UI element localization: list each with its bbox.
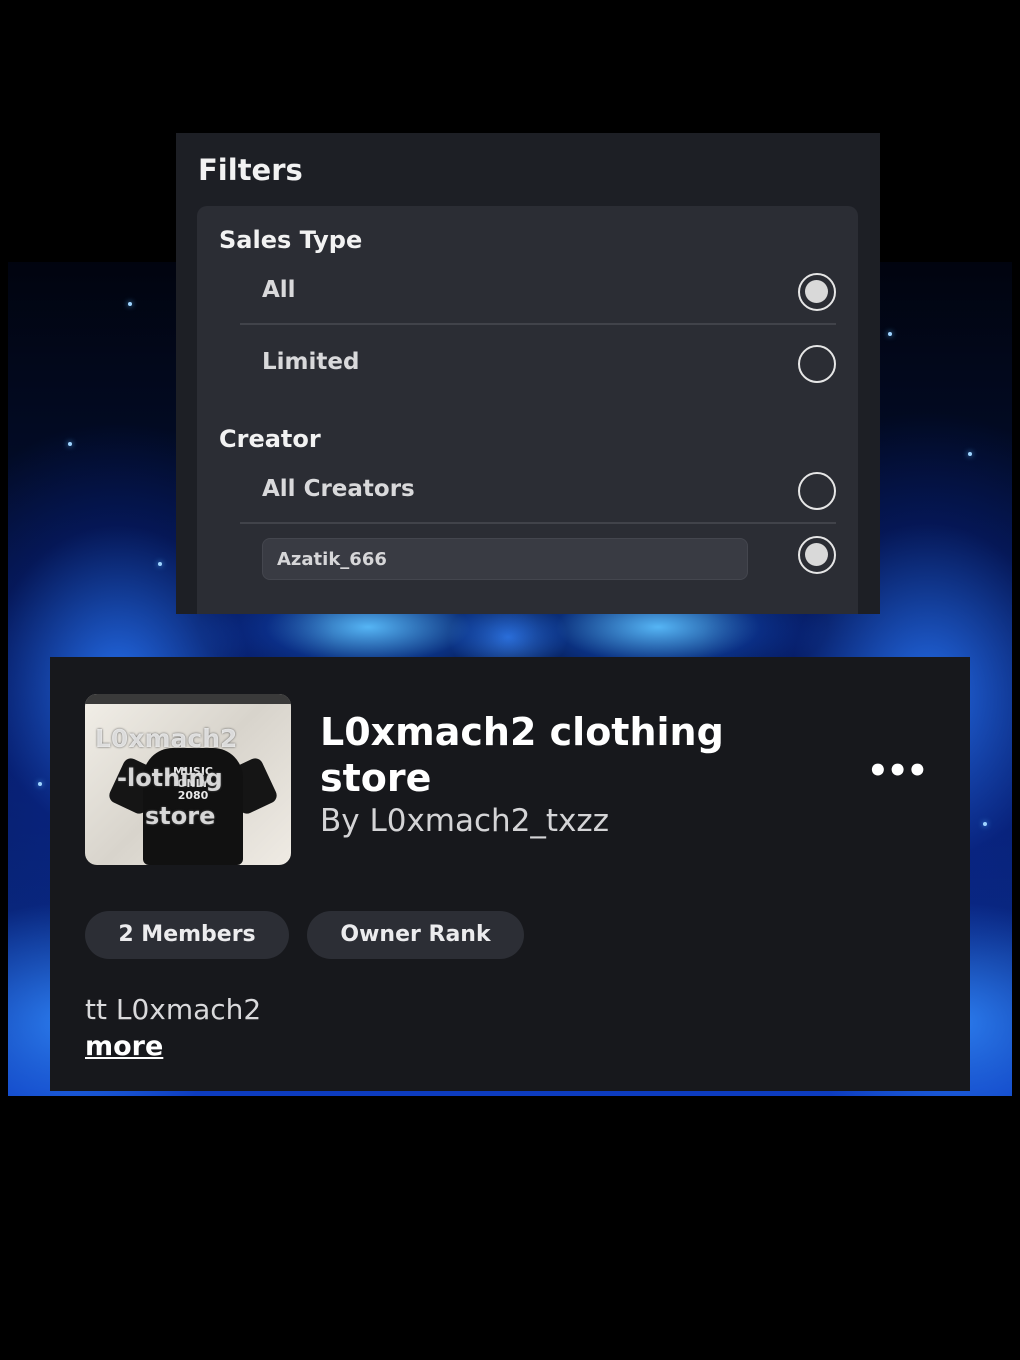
radio-button[interactable]: [798, 345, 836, 383]
creator-label: Creator: [219, 425, 321, 453]
creator-option-all-creators[interactable]: All Creators: [240, 462, 836, 524]
sales-type-label: Sales Type: [219, 226, 363, 254]
group-thumbnail[interactable]: MUSIC ONLY 2080 L0xmach2 -lothing store: [85, 694, 291, 865]
thumbnail-watermark-line: store: [145, 802, 216, 830]
option-label: All: [262, 277, 296, 303]
owner-rank-pill[interactable]: Owner Rank: [307, 911, 524, 959]
radio-button-checked[interactable]: [798, 536, 836, 574]
sales-type-option-all[interactable]: All: [240, 263, 836, 325]
thumbnail-watermark-line: -lothing: [117, 764, 223, 792]
filters-card: Sales Type All Limited Creator All Creat…: [197, 206, 858, 614]
creator-option-custom[interactable]: Azatik_666: [240, 534, 836, 594]
option-label: Limited: [262, 349, 360, 375]
creator-name-input[interactable]: Azatik_666: [262, 538, 748, 580]
more-link[interactable]: more: [85, 1031, 163, 1062]
sales-type-option-limited[interactable]: Limited: [240, 335, 836, 395]
thumbnail-strip: [85, 694, 291, 704]
group-owner-link[interactable]: By L0xmach2_txzz: [320, 803, 609, 839]
group-card: MUSIC ONLY 2080 L0xmach2 -lothing store …: [50, 657, 970, 1091]
thumbnail-watermark-line: L0xmach2: [95, 724, 238, 753]
radio-button-checked[interactable]: [798, 273, 836, 311]
filters-panel: Filters Sales Type All Limited Creator A…: [176, 133, 880, 614]
group-title: L0xmach2 clothing store: [320, 710, 724, 800]
more-options-icon[interactable]: •••: [867, 754, 928, 793]
group-description: tt L0xmach2: [85, 993, 262, 1026]
members-count-pill[interactable]: 2 Members: [85, 911, 289, 959]
filters-title: Filters: [198, 153, 303, 187]
option-label: All Creators: [262, 476, 415, 502]
radio-button[interactable]: [798, 472, 836, 510]
